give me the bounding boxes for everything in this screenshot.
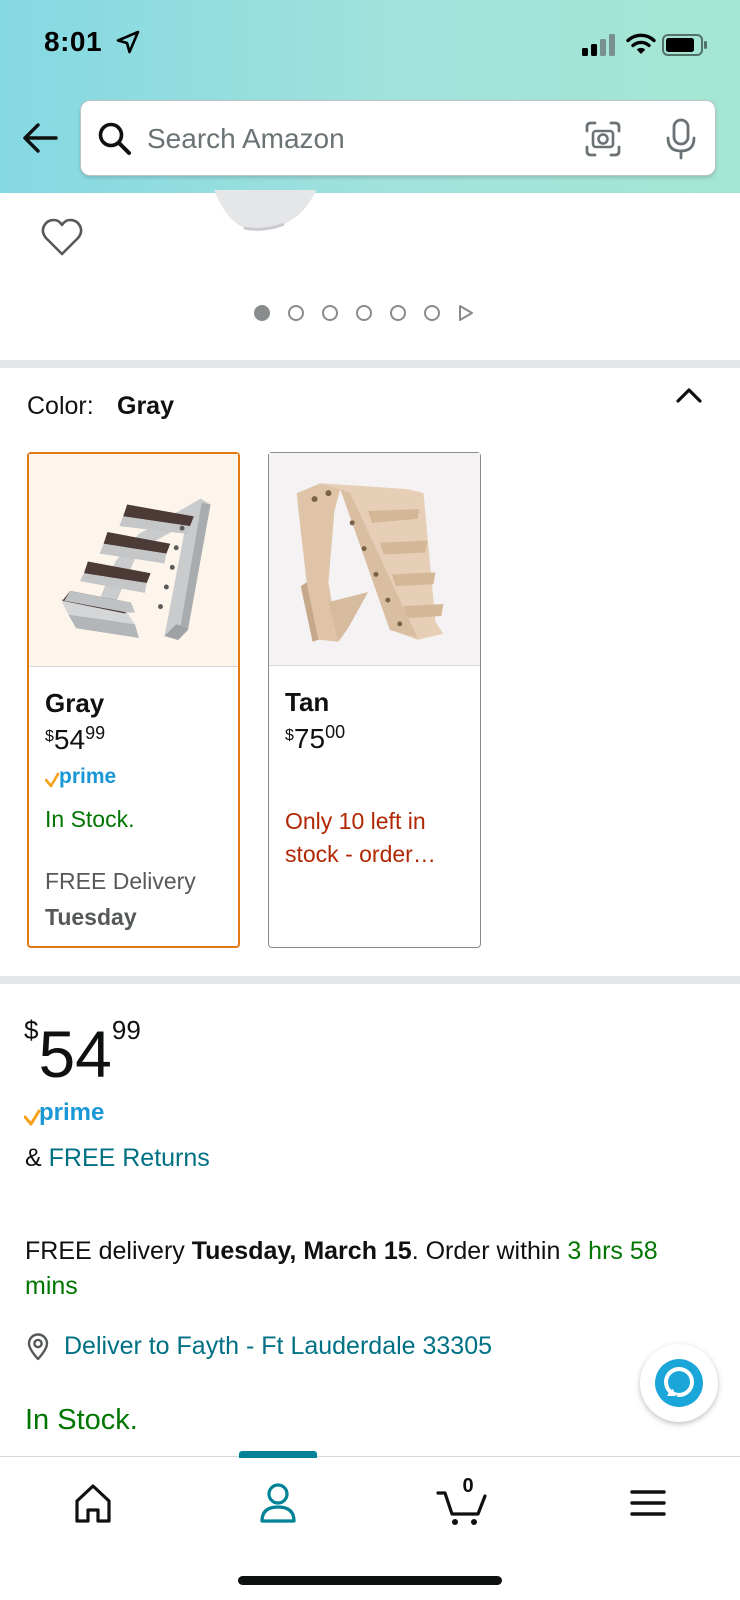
section-divider — [0, 976, 740, 984]
alexa-icon — [655, 1359, 703, 1407]
top-header: 8:01 — [0, 0, 740, 193]
home-icon — [75, 1484, 111, 1523]
carousel-dot[interactable] — [356, 305, 372, 321]
color-option-gray[interactable]: Gray $5499 prime In Stock. FREE Delivery… — [27, 452, 240, 948]
wishlist-heart-icon[interactable] — [40, 216, 84, 258]
delivery-label: FREE Delivery — [45, 868, 196, 894]
swatch-name: Gray — [45, 688, 105, 718]
stock-status: In Stock. — [45, 806, 135, 832]
svg-text:prime: prime — [39, 1099, 104, 1126]
delivery-day: Tuesday — [45, 904, 137, 930]
carousel-dot[interactable] — [322, 305, 338, 321]
carousel-dot[interactable] — [390, 305, 406, 321]
search-input[interactable] — [147, 115, 527, 163]
color-label: Color: — [27, 392, 94, 420]
cellular-signal-icon — [582, 34, 615, 56]
active-tab-indicator — [239, 1451, 317, 1458]
carousel-dot[interactable] — [424, 305, 440, 321]
stock-status: In Stock. — [25, 1404, 138, 1436]
product-image-fragment — [214, 190, 316, 231]
wifi-icon — [626, 33, 656, 54]
prime-logo-icon: prime — [45, 765, 116, 788]
hamburger-menu-icon — [630, 1490, 666, 1516]
chevron-up-icon[interactable] — [674, 384, 704, 406]
location-arrow-icon — [116, 30, 140, 54]
gray-steps-image — [29, 454, 238, 667]
search-icon — [98, 122, 131, 155]
nav-menu[interactable] — [630, 1479, 666, 1527]
home-indicator — [238, 1576, 502, 1585]
swatch-price: $7500 — [285, 722, 346, 754]
svg-text:prime: prime — [59, 765, 116, 788]
swatch-name: Tan — [285, 687, 330, 717]
prime-logo-icon: prime — [24, 1099, 104, 1126]
delivery-message: FREE delivery Tuesday, March 15. Order w… — [25, 1237, 658, 1300]
nav-account[interactable] — [258, 1479, 298, 1527]
deliver-to-link[interactable]: Deliver to Fayth - Ft Lauderdale 33305 — [64, 1332, 492, 1361]
search-bar[interactable] — [80, 100, 716, 176]
status-time: 8:01 — [44, 26, 103, 57]
low-stock-status: Only 10 left in stock - order… — [285, 808, 436, 867]
product-price: $5499 — [24, 1015, 141, 1091]
swatch-price: $5499 — [45, 723, 106, 755]
free-returns-link[interactable]: FREE Returns — [49, 1144, 210, 1172]
alexa-button[interactable] — [640, 1344, 718, 1422]
camera-scan-icon[interactable] — [583, 119, 623, 159]
back-arrow-icon[interactable] — [20, 118, 60, 158]
color-option-tan[interactable]: Tan $7500 Only 10 left in stock - order… — [268, 452, 481, 948]
location-pin-icon — [27, 1333, 49, 1361]
tan-steps-image — [269, 453, 480, 666]
account-icon — [260, 1483, 296, 1523]
battery-icon — [662, 34, 707, 56]
color-selected-value: Gray — [117, 392, 174, 420]
carousel-dot[interactable] — [288, 305, 304, 321]
nav-home[interactable] — [74, 1479, 112, 1527]
section-divider — [0, 360, 740, 368]
nav-cart[interactable]: 0 — [436, 1475, 488, 1527]
delivery-date: Tuesday, March 15 — [191, 1237, 412, 1265]
free-returns: & FREE Returns — [25, 1144, 210, 1172]
microphone-icon[interactable] — [665, 117, 697, 161]
cart-count-badge: 0 — [462, 1475, 474, 1497]
image-carousel-dots[interactable] — [254, 303, 474, 323]
carousel-dot[interactable] — [254, 305, 270, 321]
video-play-icon[interactable] — [458, 304, 474, 322]
